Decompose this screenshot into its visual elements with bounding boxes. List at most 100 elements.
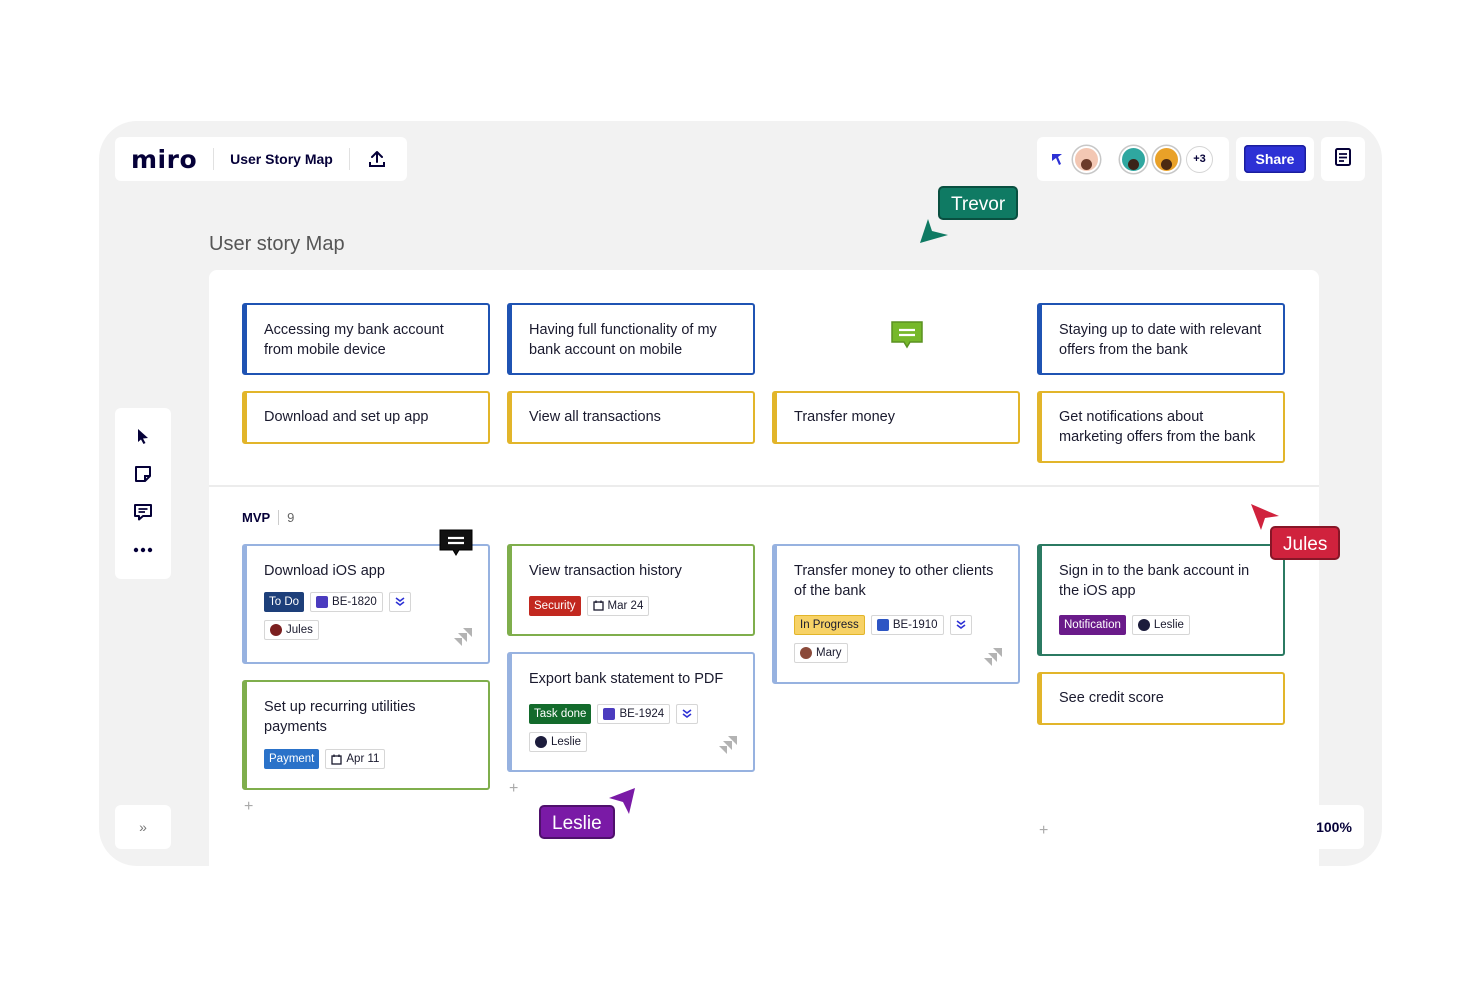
- story-card[interactable]: See credit score: [1037, 672, 1285, 725]
- miro-logo[interactable]: miro: [131, 145, 197, 174]
- top-left-toolbar: miro User Story Map: [115, 137, 407, 181]
- avatar: [800, 647, 812, 659]
- release-divider: [209, 485, 1319, 487]
- jira-icon: [454, 628, 472, 646]
- card-text: Transfer money to other clients of the b…: [794, 563, 994, 599]
- jira-ticket[interactable]: BE-1820: [310, 591, 383, 612]
- cursor-label-trevor: Trevor: [938, 186, 1019, 220]
- card-tags: Payment Apr 11: [264, 749, 470, 769]
- activity-card[interactable]: Get notifications about marketing offers…: [1037, 391, 1285, 463]
- story-card[interactable]: View transaction history Security Mar 24: [507, 544, 755, 636]
- story-card[interactable]: Export bank statement to PDF Task done B…: [507, 652, 755, 772]
- avatar[interactable]: [1153, 145, 1180, 173]
- jira-icon: [984, 648, 1002, 666]
- add-card-button[interactable]: +: [244, 798, 253, 816]
- jira-icon: [719, 736, 737, 754]
- checkbox-icon: [876, 619, 889, 631]
- card-text: Accessing my bank account from mobile de…: [264, 322, 444, 358]
- assignee-chip[interactable]: Jules: [264, 619, 319, 640]
- release-label[interactable]: MVP 9: [242, 510, 294, 525]
- activity-card[interactable]: Download and set up app: [242, 391, 490, 444]
- card-assignees: Leslie: [529, 731, 735, 752]
- epic-card[interactable]: Having full functionality of my bank acc…: [507, 303, 755, 375]
- card-text: See credit score: [1059, 690, 1164, 706]
- tool-rail: [115, 408, 171, 579]
- select-icon[interactable]: [131, 424, 155, 448]
- story-card[interactable]: Set up recurring utilities payments Paym…: [242, 680, 490, 790]
- card-text: Get notifications about marketing offers…: [1059, 409, 1256, 445]
- story-map-frame: Accessing my bank account from mobile de…: [209, 270, 1319, 866]
- assignee-chip[interactable]: Mary: [794, 643, 848, 663]
- board-name[interactable]: User Story Map: [230, 151, 333, 167]
- card-tags: Task done BE-1924: [529, 703, 735, 724]
- assignee-chip[interactable]: Leslie: [1131, 615, 1190, 635]
- status-badge[interactable]: Task done: [529, 703, 592, 724]
- jira-ticket[interactable]: BE-1910: [870, 615, 944, 635]
- cursor-mode-icon[interactable]: [1047, 149, 1067, 169]
- story-card[interactable]: Sign in to the bank account in the iOS a…: [1037, 544, 1285, 656]
- share-container: Share: [1236, 137, 1314, 181]
- notes-container: [1321, 137, 1365, 181]
- toolbar-divider: [348, 148, 350, 170]
- card-text: Sign in to the bank account in the iOS a…: [1059, 563, 1250, 599]
- status-badge[interactable]: In Progress: [794, 615, 865, 635]
- avatar: [270, 623, 282, 636]
- card-text: View transaction history: [529, 563, 682, 579]
- activity-card[interactable]: Transfer money: [772, 391, 1020, 444]
- trevor-cursor-icon: [920, 219, 948, 243]
- collaborators-toolbar: +3: [1037, 137, 1229, 181]
- sticky-note-icon[interactable]: [131, 462, 155, 486]
- priority-icon[interactable]: [949, 615, 972, 635]
- card-text: View all transactions: [529, 409, 661, 425]
- priority-icon[interactable]: [676, 703, 699, 724]
- comment-icon[interactable]: [890, 320, 924, 350]
- frame-title[interactable]: User story Map: [209, 233, 345, 256]
- jira-icon: [316, 595, 329, 608]
- card-assignees: Jules: [264, 619, 470, 640]
- jira-icon: [603, 707, 616, 720]
- comment-icon[interactable]: [438, 528, 474, 558]
- card-text: Set up recurring utilities payments: [264, 699, 416, 735]
- calendar-icon: [331, 754, 343, 765]
- card-text: Staying up to date with relevant offers …: [1059, 322, 1262, 358]
- upload-icon[interactable]: [366, 148, 388, 170]
- epic-card[interactable]: Staying up to date with relevant offers …: [1037, 303, 1285, 375]
- comment-icon[interactable]: [131, 500, 155, 524]
- zoom-level[interactable]: 100%: [1304, 805, 1364, 849]
- add-card-button[interactable]: +: [509, 780, 518, 798]
- release-name: MVP: [242, 510, 271, 525]
- card-tags: Security Mar 24: [529, 595, 735, 616]
- status-badge[interactable]: To Do: [264, 591, 305, 612]
- category-badge[interactable]: Payment: [264, 749, 320, 769]
- category-badge[interactable]: Notification: [1059, 615, 1126, 635]
- epic-card[interactable]: Accessing my bank account from mobile de…: [242, 303, 490, 375]
- priority-icon[interactable]: [388, 591, 411, 612]
- add-card-button[interactable]: +: [1039, 822, 1048, 840]
- card-tags: Notification Leslie: [1059, 615, 1265, 635]
- more-icon[interactable]: [131, 538, 155, 562]
- card-text: Transfer money: [794, 409, 895, 425]
- card-text: Having full functionality of my bank acc…: [529, 322, 717, 358]
- notes-icon[interactable]: [1333, 147, 1353, 172]
- avatar: [535, 735, 547, 748]
- story-card[interactable]: Download iOS app To Do BE-1820 Jules: [242, 544, 490, 664]
- due-date[interactable]: Apr 11: [325, 749, 386, 769]
- activity-card[interactable]: View all transactions: [507, 391, 755, 444]
- cursor-label-jules: Jules: [1270, 526, 1341, 560]
- card-assignees: Mary: [794, 643, 1000, 663]
- story-card[interactable]: Transfer money to other clients of the b…: [772, 544, 1020, 684]
- jira-ticket[interactable]: BE-1924: [597, 703, 671, 724]
- card-text: Download iOS app: [264, 563, 385, 579]
- avatar[interactable]: [1073, 145, 1100, 173]
- avatar[interactable]: [1120, 145, 1147, 173]
- share-button[interactable]: Share: [1244, 145, 1306, 173]
- due-date[interactable]: Mar 24: [586, 595, 650, 616]
- cursor-label-leslie: Leslie: [539, 805, 615, 839]
- category-badge[interactable]: Security: [529, 595, 581, 616]
- expand-panel-button[interactable]: »: [115, 805, 171, 849]
- more-users-badge[interactable]: +3: [1186, 145, 1213, 173]
- calendar-icon: [592, 600, 604, 611]
- card-text: Export bank statement to PDF: [529, 671, 724, 687]
- card-text: Download and set up app: [264, 409, 429, 425]
- assignee-chip[interactable]: Leslie: [529, 731, 588, 752]
